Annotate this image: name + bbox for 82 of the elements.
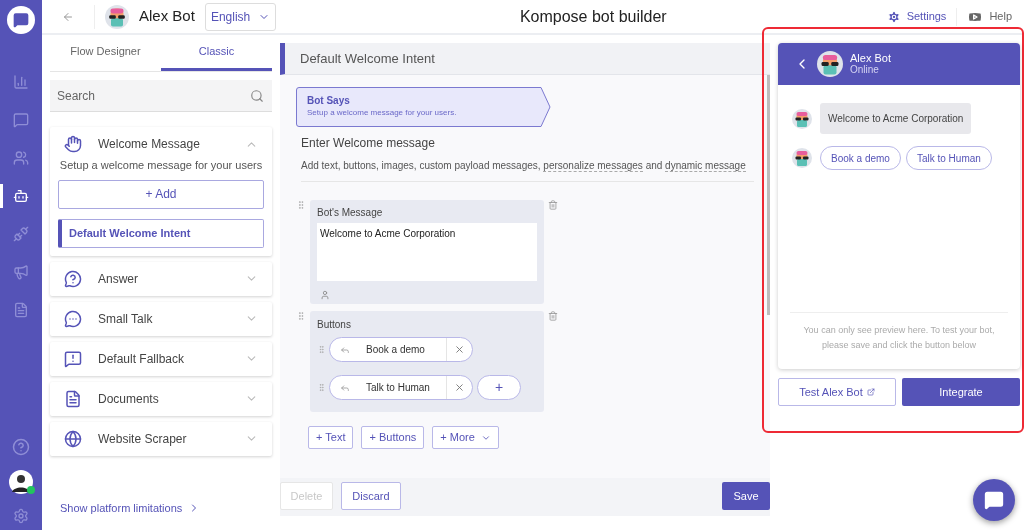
chat-bot-name: Alex Bot <box>850 52 891 64</box>
back-arrow-icon[interactable] <box>62 10 74 23</box>
section-header[interactable]: Answer <box>50 261 272 296</box>
preview-note: You can only see preview here. To test your bot, please save and click the button below <box>802 324 996 352</box>
save-button[interactable]: Save <box>722 482 770 510</box>
bot-avatar <box>817 51 843 77</box>
question-box-icon <box>64 349 82 368</box>
drag-handle-icon[interactable] <box>317 345 326 354</box>
page-title: Kompose bot builder <box>519 6 667 27</box>
section-header[interactable]: Documents <box>50 381 272 416</box>
external-link-icon <box>866 388 875 396</box>
waving-hand-icon <box>64 135 82 153</box>
intent-item[interactable]: Default Welcome Intent <box>58 218 264 248</box>
button-text: Book a demo <box>366 343 426 357</box>
logo-icon[interactable] <box>7 6 35 34</box>
add-action-button[interactable]: + Buttons <box>361 426 425 449</box>
bot-avatar <box>105 4 129 29</box>
globe-icon <box>64 429 82 448</box>
section-description: Setup a welcome message for your users <box>58 158 264 173</box>
chat-status: Online <box>850 64 880 76</box>
block-label: Buttons <box>317 318 352 332</box>
chat-message-bubble: Welcome to Acme Corporation <box>820 103 972 134</box>
search-field[interactable]: Search <box>50 80 272 112</box>
discard-button[interactable]: Discard <box>341 482 401 510</box>
integrate-button[interactable]: Integrate <box>902 378 1020 406</box>
reply-icon <box>340 344 350 355</box>
person-icon[interactable] <box>320 290 330 300</box>
drag-handle-icon[interactable] <box>296 200 306 210</box>
chat-launcher-button[interactable] <box>973 479 1015 521</box>
add-action-button[interactable]: + Text <box>308 426 354 449</box>
bot-avatar <box>792 148 812 168</box>
settings-icon <box>886 9 901 24</box>
trash-icon[interactable] <box>548 311 558 321</box>
section-header[interactable]: Website Scraper <box>50 421 272 456</box>
help-link[interactable]: Help <box>967 8 1012 25</box>
settings-icon[interactable] <box>13 508 29 524</box>
settings-link[interactable]: Settings <box>886 8 947 25</box>
button-chip[interactable]: Talk to Human <box>329 375 473 400</box>
reply-icon <box>340 382 350 393</box>
step-subtitle: Setup a welcome message for your users. <box>307 107 458 118</box>
intent-header: Default Welcome Intent <box>280 43 770 75</box>
message-icon[interactable] <box>13 112 29 128</box>
megaphone-icon[interactable] <box>13 264 29 280</box>
document-icon[interactable] <box>13 302 29 318</box>
test-bot-button[interactable]: Test Alex Bot <box>778 378 896 406</box>
help-icon[interactable] <box>12 438 30 456</box>
section-header[interactable]: Default Fallback <box>50 341 272 376</box>
help-link[interactable]: personalize messages <box>543 160 643 172</box>
help-link[interactable]: dynamic message <box>665 160 746 172</box>
platform-limitations-link[interactable]: Show platform limitations <box>60 499 272 516</box>
remove-icon[interactable] <box>454 382 465 393</box>
document-icon <box>64 389 82 408</box>
bot-avatar <box>792 108 812 129</box>
block-label: Bot's Message <box>317 206 384 220</box>
remove-icon[interactable] <box>454 344 465 355</box>
step-title: Bot Says <box>307 94 351 107</box>
message-input[interactable]: Welcome to Acme Corporation <box>317 223 537 281</box>
sidebar-tab[interactable]: Classic <box>161 35 272 71</box>
sidebar-tab[interactable]: Flow Designer <box>50 35 161 71</box>
bot-icon[interactable] <box>13 188 29 204</box>
trash-icon[interactable] <box>548 200 558 210</box>
drag-handle-icon[interactable] <box>296 311 306 321</box>
button-text: Talk to Human <box>366 381 431 395</box>
bot-name: Alex Bot <box>139 6 195 27</box>
section-header[interactable]: Small Talk <box>50 301 272 336</box>
section-heading: Enter Welcome message <box>301 135 436 152</box>
section-header[interactable]: Welcome Message <box>50 127 272 161</box>
chat-bubble-icon <box>64 309 82 328</box>
add-button-chip[interactable]: + <box>477 375 521 400</box>
add-action-button[interactable]: + More <box>432 426 499 449</box>
button-chip[interactable]: Book a demo <box>329 337 473 362</box>
drag-handle-icon[interactable] <box>317 383 326 392</box>
chat-icon <box>984 490 1004 510</box>
add-button[interactable]: + Add <box>58 179 264 209</box>
plug-icon[interactable] <box>13 226 29 242</box>
question-bubble-icon <box>64 269 82 288</box>
user-avatar[interactable] <box>9 470 33 494</box>
users-icon[interactable] <box>13 150 29 166</box>
language-select[interactable]: English <box>204 2 277 31</box>
editor-description: Add text, buttons, images, custom payload messages, personalize messages and dynamic message <box>301 159 747 173</box>
bar-chart-icon[interactable] <box>13 74 29 90</box>
search-icon <box>250 89 264 103</box>
